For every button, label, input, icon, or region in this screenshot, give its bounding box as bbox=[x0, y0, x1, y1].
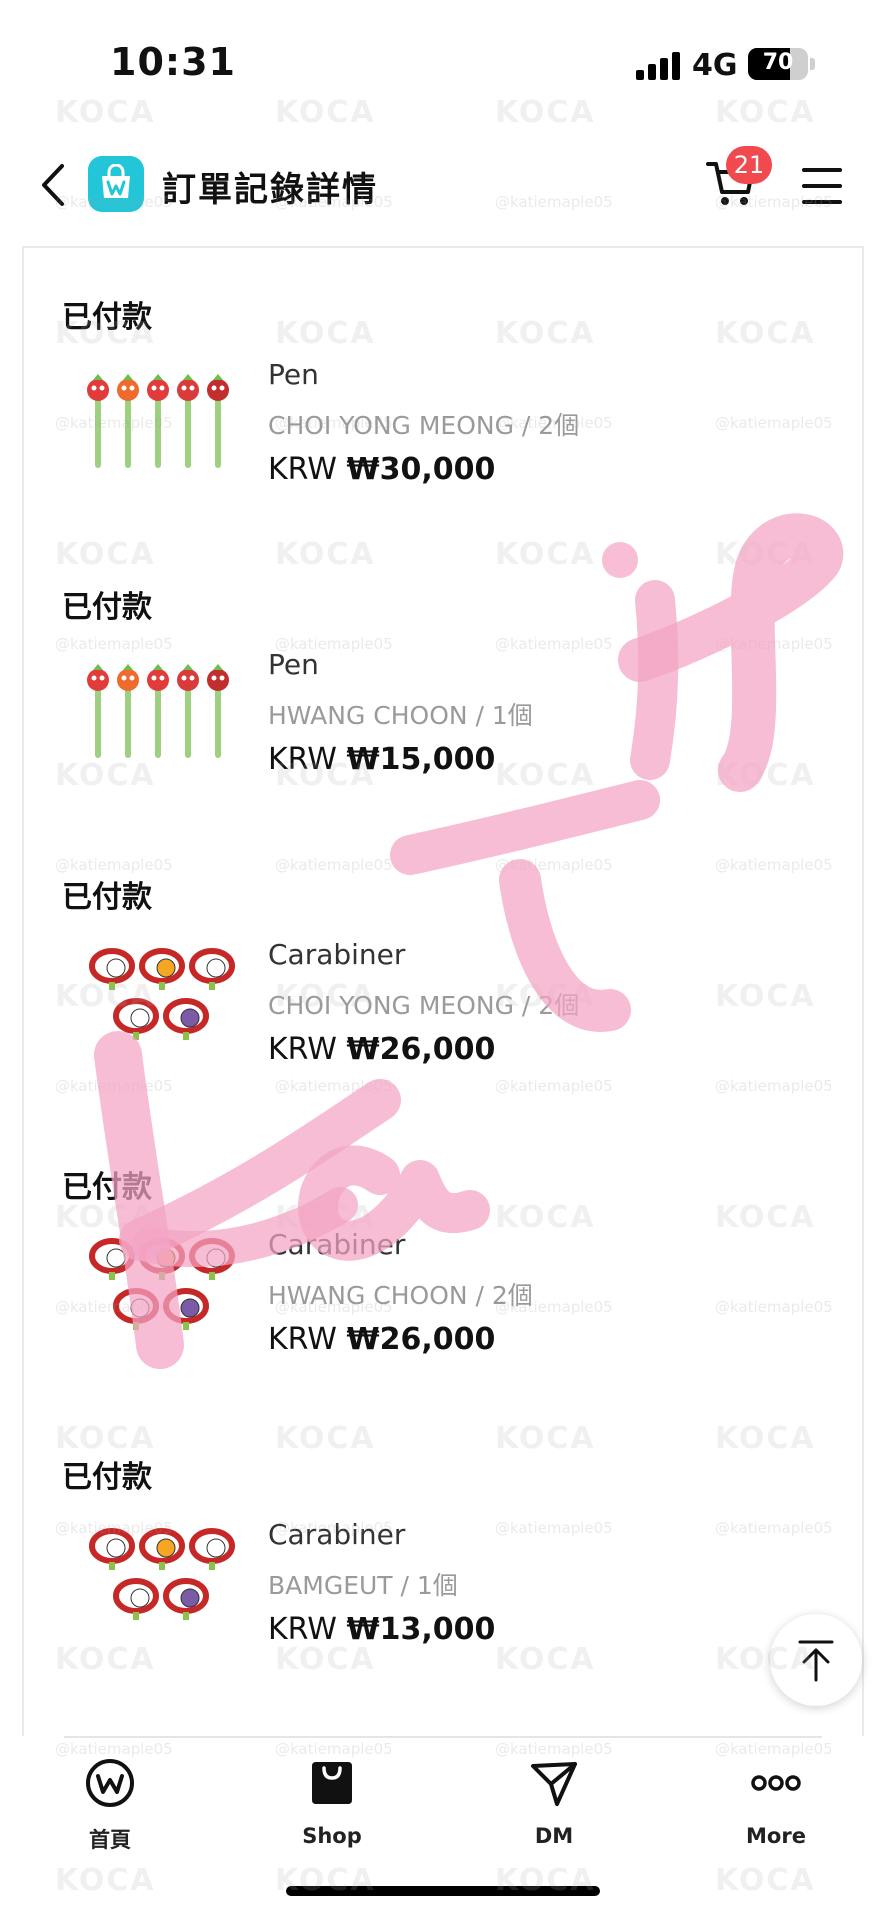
price-currency: KRW bbox=[268, 1322, 337, 1357]
payment-status: 已付款 bbox=[62, 880, 152, 915]
price-currency: KRW bbox=[268, 452, 337, 487]
product-variant: CHOI YONG MEONG / 2個 bbox=[268, 991, 580, 1020]
page-title: 訂單記錄詳情 bbox=[162, 170, 378, 210]
product-thumbnail[interactable] bbox=[74, 358, 254, 488]
signal-icon bbox=[636, 52, 682, 80]
paper-plane-icon bbox=[531, 1762, 577, 1806]
cart-count-badge: 21 bbox=[726, 146, 772, 184]
arrow-up-to-top-icon bbox=[798, 1640, 834, 1682]
tab-shop[interactable]: Shop bbox=[262, 1750, 402, 1860]
product-price: KRW ₩26,000 bbox=[268, 1032, 495, 1067]
pen-product-image bbox=[87, 664, 229, 758]
carabiner-product-image bbox=[89, 1238, 235, 1330]
tab-label: 首頁 bbox=[89, 1828, 131, 1852]
carabiner-product-image bbox=[89, 1528, 235, 1620]
back-button[interactable] bbox=[34, 160, 74, 210]
payment-status: 已付款 bbox=[62, 1460, 152, 1495]
price-amount: ₩26,000 bbox=[346, 1032, 496, 1067]
order-list: 已付款 Pen CHOI YONG MEONG / 2個 KRW ₩30,000… bbox=[22, 246, 864, 1736]
product-price: KRW ₩13,000 bbox=[268, 1612, 495, 1647]
product-name: Pen bbox=[268, 648, 319, 681]
payment-status: 已付款 bbox=[62, 300, 152, 335]
menu-line bbox=[802, 184, 842, 188]
shopping-bag-w-icon bbox=[88, 156, 144, 212]
pen-product-image bbox=[87, 374, 229, 468]
network-label: 4G bbox=[692, 48, 738, 83]
battery-percent: 70 bbox=[762, 50, 794, 75]
product-thumbnail[interactable] bbox=[74, 938, 254, 1068]
product-name: Carabiner bbox=[268, 1228, 406, 1261]
three-dots-icon bbox=[751, 1775, 801, 1791]
tab-label: DM bbox=[534, 1824, 574, 1848]
product-variant: BAMGEUT / 1個 bbox=[268, 1571, 458, 1600]
hamburger-menu-icon bbox=[802, 168, 842, 172]
product-price: KRW ₩26,000 bbox=[268, 1322, 495, 1357]
product-name: Pen bbox=[268, 358, 319, 391]
battery-tip bbox=[810, 58, 815, 70]
shopping-bag-icon bbox=[312, 1762, 352, 1804]
price-currency: KRW bbox=[268, 1032, 337, 1067]
payment-status: 已付款 bbox=[62, 590, 152, 625]
menu-button[interactable] bbox=[802, 166, 846, 206]
chevron-left-icon bbox=[42, 164, 64, 206]
price-amount: ₩26,000 bbox=[346, 1322, 496, 1357]
product-price: KRW ₩15,000 bbox=[268, 742, 495, 777]
tab-bar-divider bbox=[64, 1736, 822, 1738]
tab-label: Shop bbox=[302, 1824, 362, 1848]
payment-status: 已付款 bbox=[62, 1170, 152, 1205]
order-item[interactable]: 已付款 Carabiner CHOI YONG MEONG / 2個 KRW ₩… bbox=[24, 828, 866, 1118]
weverse-w-icon bbox=[86, 1759, 134, 1807]
product-price: KRW ₩30,000 bbox=[268, 452, 495, 487]
scroll-to-top-button[interactable] bbox=[770, 1614, 862, 1706]
status-time: 10:31 bbox=[110, 40, 236, 84]
product-thumbnail[interactable] bbox=[74, 1518, 254, 1648]
product-thumbnail[interactable] bbox=[74, 648, 254, 778]
tab-more[interactable]: More bbox=[706, 1750, 846, 1860]
order-item[interactable]: 已付款 Pen CHOI YONG MEONG / 2個 KRW ₩30,000 bbox=[24, 248, 866, 538]
product-variant: HWANG CHOON / 2個 bbox=[268, 1281, 533, 1310]
tab-label: More bbox=[746, 1824, 806, 1848]
price-currency: KRW bbox=[268, 1612, 337, 1647]
price-currency: KRW bbox=[268, 742, 337, 777]
product-variant: CHOI YONG MEONG / 2個 bbox=[268, 411, 580, 440]
product-variant: HWANG CHOON / 1個 bbox=[268, 701, 533, 730]
order-item[interactable]: 已付款 Carabiner HWANG CHOON / 2個 KRW ₩26,0… bbox=[24, 1118, 866, 1408]
status-bar: 10:31 4G 70 bbox=[0, 0, 886, 110]
order-item[interactable]: 已付款 Pen HWANG CHOON / 1個 KRW ₩15,000 bbox=[24, 538, 866, 828]
battery-icon: 70 bbox=[748, 48, 808, 80]
home-indicator[interactable] bbox=[286, 1886, 600, 1896]
price-amount: ₩15,000 bbox=[346, 742, 496, 777]
tab-home[interactable]: 首頁 bbox=[40, 1750, 180, 1860]
price-amount: ₩13,000 bbox=[346, 1612, 496, 1647]
tab-dm[interactable]: DM bbox=[484, 1750, 624, 1860]
order-item[interactable]: 已付款 Carabiner BAMGEUT / 1個 KRW ₩13,000 bbox=[24, 1408, 866, 1698]
carabiner-product-image bbox=[89, 948, 235, 1040]
product-name: Carabiner bbox=[268, 938, 406, 971]
price-amount: ₩30,000 bbox=[346, 452, 496, 487]
product-name: Carabiner bbox=[268, 1518, 406, 1551]
product-thumbnail[interactable] bbox=[74, 1228, 254, 1358]
menu-line bbox=[802, 200, 842, 204]
